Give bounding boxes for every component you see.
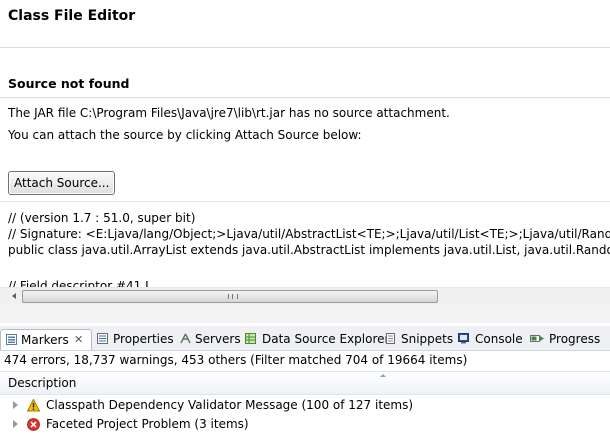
editor-title: Class File Editor	[8, 8, 136, 24]
tree-row[interactable]: Classpath Dependency Validator Message (…	[0, 396, 610, 415]
attach-instructions: You can attach the source by clicking At…	[8, 128, 362, 142]
attach-source-button[interactable]: Attach Source...	[8, 171, 116, 195]
section-title: Source not found	[8, 76, 130, 91]
code-line: // (version 1.7 : 51.0, super bit)	[8, 211, 196, 225]
tab-label: Progress	[549, 332, 601, 346]
console-icon	[458, 333, 469, 344]
panel-splitter[interactable]	[0, 305, 610, 323]
progress-icon	[530, 335, 544, 342]
divider	[0, 47, 610, 48]
markers-summary: 474 errors, 18,737 warnings, 453 others …	[4, 353, 468, 367]
warning-icon	[27, 399, 40, 412]
code-line: public class java.util.ArrayList extends…	[8, 243, 610, 257]
close-icon[interactable]: ✕	[74, 330, 83, 350]
row-label: Faceted Project Problem (3 items)	[46, 417, 249, 431]
markers-icon	[6, 334, 17, 345]
code-line: // Signature: <E:Ljava/lang/Object;>Ljav…	[8, 227, 610, 241]
row-label: Classpath Dependency Validator Message (…	[46, 398, 414, 412]
grip-icon	[228, 294, 238, 299]
tree-row[interactable]: Faceted Project Problem (3 items)	[0, 415, 610, 434]
snippets-icon	[386, 333, 395, 344]
view-tab-bar: Markers ✕ Properties Servers Data Source…	[0, 326, 610, 351]
tab-label: Markers	[21, 333, 69, 347]
data-source-icon	[245, 333, 256, 344]
tab-markers[interactable]: Markers ✕	[0, 329, 92, 350]
column-header-label: Description	[8, 376, 77, 390]
scroll-left-icon[interactable]	[12, 293, 16, 299]
tab-label: Console	[475, 332, 523, 346]
bytecode-view[interactable]: // (version 1.7 : 51.0, super bit) // Si…	[0, 201, 610, 288]
divider	[0, 97, 610, 98]
class-file-editor: Class File Editor Source not found The J…	[0, 0, 610, 312]
expand-icon[interactable]	[13, 420, 18, 428]
source-message: The JAR file C:\Program Files\Java\jre7\…	[8, 106, 450, 120]
tab-label: Servers	[195, 332, 241, 346]
expand-icon[interactable]	[13, 401, 18, 409]
servers-icon	[180, 333, 191, 344]
error-icon	[27, 418, 40, 431]
tab-label: Snippets	[401, 332, 454, 346]
tab-label: Data Source Explorer	[262, 332, 390, 346]
description-column-header[interactable]: Description	[0, 371, 610, 395]
properties-icon	[97, 333, 108, 344]
horizontal-scrollbar[interactable]	[0, 287, 610, 305]
scrollbar-thumb[interactable]	[22, 290, 438, 303]
tab-label: Properties	[113, 332, 174, 346]
sort-caret-icon	[380, 374, 386, 377]
